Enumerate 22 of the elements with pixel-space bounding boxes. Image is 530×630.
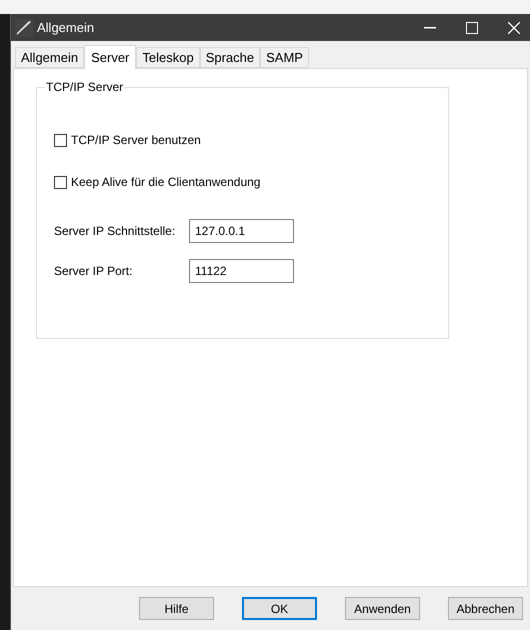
minimize-icon[interactable] [424,26,436,28]
tab[interactable]: SAMP [260,47,309,68]
close-icon[interactable] [508,22,520,34]
maximize-icon[interactable] [466,22,478,34]
tab[interactable]: Teleskop [136,47,200,68]
tab[interactable]: Server [84,45,136,69]
tab[interactable]: Allgemein [15,47,84,68]
checkbox[interactable] [54,176,67,188]
input-field[interactable]: 11122 [189,259,294,283]
checkbox-label: Keep Alive für die Clientanwendung [71,174,260,191]
dialog-button[interactable]: Abbrechen [448,597,523,620]
field-label: Server IP Schnittstelle: [54,223,176,240]
checkbox-label: TCP/IP Server benutzen [71,132,201,149]
tab[interactable]: Sprache [200,47,260,68]
dialog-button[interactable]: Hilfe [139,597,214,620]
input-field[interactable]: 127.0.0.1 [189,219,294,243]
dialog-button[interactable]: OK [242,597,317,620]
field-label: Server IP Port: [54,263,134,280]
window-title: Allgemein [37,18,94,37]
checkbox[interactable] [54,134,67,146]
dialog-button[interactable]: Anwenden [345,597,420,620]
app-icon [15,18,33,36]
